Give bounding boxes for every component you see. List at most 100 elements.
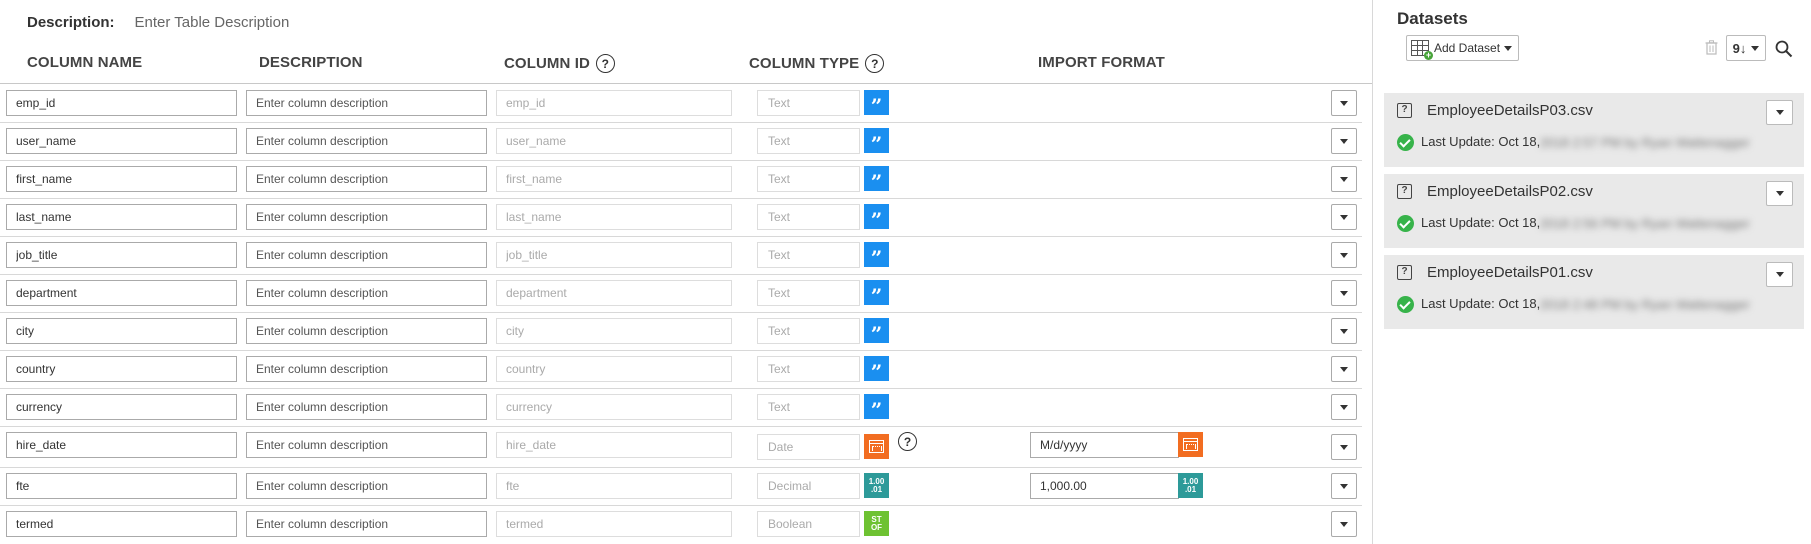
text-type-icon[interactable]: ” [864, 394, 889, 420]
column-name-input[interactable] [6, 204, 237, 230]
column-id-input[interactable] [496, 128, 732, 154]
date-help-icon[interactable]: ? [898, 432, 917, 451]
column-name-input[interactable] [6, 473, 237, 499]
add-dataset-button[interactable]: + Add Dataset [1406, 35, 1520, 61]
row-menu-button[interactable] [1331, 166, 1357, 192]
column-type-help-icon[interactable]: ? [865, 54, 885, 73]
column-description-input[interactable] [246, 356, 487, 382]
import-format-input[interactable] [1030, 473, 1179, 499]
date-type-icon[interactable] [864, 434, 889, 459]
text-type-icon[interactable]: ” [864, 356, 889, 382]
column-type-field[interactable]: Text [757, 166, 860, 192]
column-description-input[interactable] [246, 128, 487, 154]
dataset-menu-button[interactable] [1766, 181, 1793, 206]
column-description-input[interactable] [246, 204, 487, 230]
column-name-input[interactable] [6, 128, 237, 154]
date-format-icon[interactable] [1178, 432, 1203, 457]
column-type-field[interactable]: Text [757, 280, 860, 306]
table-description-label: Description: [27, 13, 115, 31]
column-type-field[interactable]: Boolean [757, 511, 860, 537]
row-menu-button[interactable] [1331, 280, 1357, 306]
column-description-input[interactable] [246, 511, 487, 537]
column-type-field[interactable]: Text [757, 128, 860, 154]
column-description-input[interactable] [246, 318, 487, 344]
column-id-input[interactable] [496, 90, 732, 116]
column-id-input[interactable] [496, 280, 732, 306]
dataset-card[interactable]: ? EmployeeDetailsP01.csv Last Update: Oc… [1384, 255, 1804, 329]
sort-button[interactable]: 9↓ [1726, 35, 1766, 61]
column-type-field[interactable]: Text [757, 318, 860, 344]
row-menu-button[interactable] [1331, 90, 1357, 116]
column-id-input[interactable] [496, 432, 732, 458]
search-icon[interactable] [1775, 40, 1793, 58]
dataset-menu-button[interactable] [1766, 100, 1793, 125]
column-type-field[interactable]: Text [757, 356, 860, 382]
column-description-input[interactable] [246, 90, 487, 116]
column-id-input[interactable] [496, 511, 732, 537]
import-format-input[interactable] [1030, 432, 1179, 458]
column-name-input[interactable] [6, 242, 237, 268]
text-type-icon[interactable]: ” [864, 280, 889, 306]
column-headers: COLUMN NAME DESCRIPTION COLUMN ID ? COLU… [0, 50, 1372, 84]
row-menu-button[interactable] [1331, 434, 1357, 460]
row-menu-button[interactable] [1331, 356, 1357, 382]
decimal-type-icon[interactable]: 1.00 .01 [864, 473, 889, 498]
column-row: Text ” [0, 389, 1362, 427]
column-description-input[interactable] [246, 242, 487, 268]
boolean-icon-bottom: OF [870, 522, 883, 532]
column-id-input[interactable] [496, 318, 732, 344]
column-name-input[interactable] [6, 90, 237, 116]
text-type-icon[interactable]: ” [864, 318, 889, 344]
column-name-input[interactable] [6, 356, 237, 382]
column-type-field[interactable]: Date [757, 434, 860, 460]
column-type-field[interactable]: Decimal [757, 473, 860, 499]
column-id-input[interactable] [496, 204, 732, 230]
text-type-icon[interactable]: ” [864, 204, 889, 230]
row-menu-button[interactable] [1331, 318, 1357, 344]
column-id-input[interactable] [496, 394, 732, 420]
dataset-card[interactable]: ? EmployeeDetailsP02.csv Last Update: Oc… [1384, 174, 1804, 248]
dataset-card[interactable]: ? EmployeeDetailsP03.csv Last Update: Oc… [1384, 93, 1804, 167]
column-name-input[interactable] [6, 432, 237, 458]
row-menu-button[interactable] [1331, 473, 1357, 499]
success-check-icon [1397, 296, 1414, 313]
column-type-field[interactable]: Text [757, 394, 860, 420]
boolean-type-icon[interactable]: ST OF [864, 511, 889, 536]
column-id-help-icon[interactable]: ? [595, 54, 615, 73]
chevron-down-icon [1340, 444, 1348, 450]
column-description-input[interactable] [246, 432, 487, 458]
trash-icon[interactable] [1705, 40, 1718, 55]
column-type-field[interactable]: Text [757, 90, 860, 116]
dataset-last-update: Last Update: Oct 18, [1421, 296, 1541, 311]
text-type-icon[interactable]: ” [864, 128, 889, 154]
column-id-input[interactable] [496, 356, 732, 382]
column-name-input[interactable] [6, 280, 237, 306]
row-menu-button[interactable] [1331, 394, 1357, 420]
column-description-input[interactable] [246, 394, 487, 420]
table-description-input[interactable] [134, 13, 535, 31]
column-id-input[interactable] [496, 473, 732, 499]
dataset-menu-button[interactable] [1766, 262, 1793, 287]
row-menu-button[interactable] [1331, 128, 1357, 154]
column-name-input[interactable] [6, 394, 237, 420]
row-menu-button[interactable] [1331, 511, 1357, 537]
column-type-field[interactable]: Text [757, 242, 860, 268]
row-menu-button[interactable] [1331, 242, 1357, 268]
decimal-format-icon[interactable]: 1.00 .01 [1178, 473, 1203, 498]
text-type-icon[interactable]: ” [864, 242, 889, 268]
text-type-icon[interactable]: ” [864, 90, 889, 116]
chevron-down-icon [1340, 328, 1348, 334]
column-name-input[interactable] [6, 511, 237, 537]
text-type-icon[interactable]: ” [864, 166, 889, 192]
column-name-input[interactable] [6, 318, 237, 344]
column-name-input[interactable] [6, 166, 237, 192]
column-type-field[interactable]: Text [757, 204, 860, 230]
column-id-input[interactable] [496, 166, 732, 192]
column-description-input[interactable] [246, 280, 487, 306]
column-description-input[interactable] [246, 166, 487, 192]
column-id-input[interactable] [496, 242, 732, 268]
header-column-id: COLUMN ID ? [504, 54, 615, 73]
row-menu-button[interactable] [1331, 204, 1357, 230]
column-description-input[interactable] [246, 473, 487, 499]
column-editor: Description: COLUMN NAME DESCRIPTION COL… [0, 0, 1372, 544]
